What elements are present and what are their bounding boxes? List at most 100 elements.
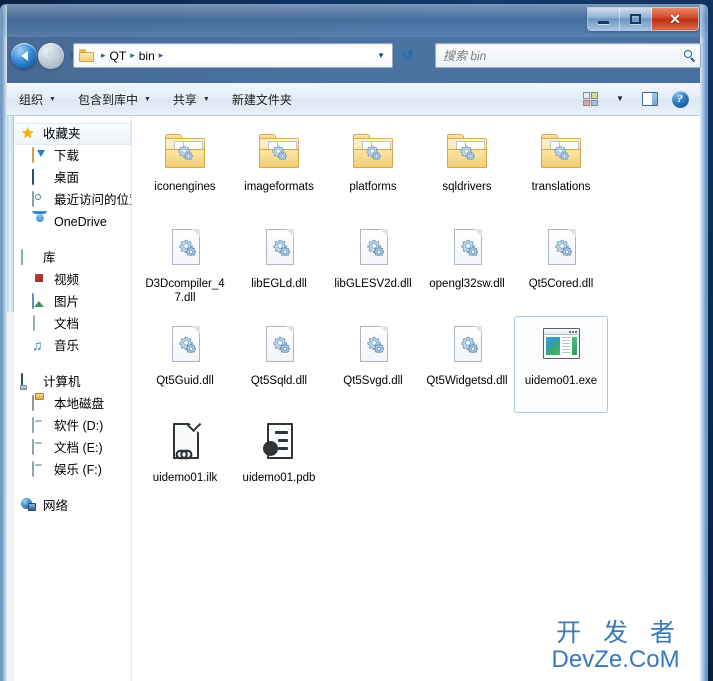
dll-icon-wrap	[443, 226, 491, 273]
nav-group-favorites: ★ 收藏夹 下载 桌面 最近访问的位置	[15, 123, 131, 233]
file-item[interactable]: uidemo01.pdb	[232, 413, 326, 510]
sidebar-item-local-disk[interactable]: 本地磁盘	[15, 393, 131, 415]
file-item[interactable]: Qt5Guid.dll	[138, 316, 232, 413]
file-name-label: D3Dcompiler_47.dll	[145, 278, 225, 304]
sidebar-item-onedrive[interactable]: OneDrive	[15, 211, 131, 233]
sidebar-item-favorites[interactable]: ★ 收藏夹	[15, 123, 131, 145]
sidebar-item-desktop[interactable]: 桌面	[15, 167, 131, 189]
view-options-dropdown[interactable]: ▼	[606, 86, 634, 112]
file-item[interactable]: translations	[514, 122, 608, 219]
picture-icon	[32, 293, 49, 310]
new-folder-button[interactable]: 新建文件夹	[222, 86, 302, 112]
dll-icon-wrap	[161, 226, 209, 273]
pdb-icon-wrap	[255, 420, 303, 467]
sidebar-item-drive-f[interactable]: 娱乐 (F:)	[15, 459, 131, 481]
file-item[interactable]: Qt5Sqld.dll	[232, 316, 326, 413]
organize-button[interactable]: 组织 ▼	[9, 86, 66, 112]
music-icon: ♫	[32, 337, 43, 353]
folder-icon	[259, 134, 299, 168]
desktop-background: ✕ ▼ ▸ QT ▸ bin ▸ ▼ ↺ 搜索 bin 组织 ▼ 包含到库中 ▼…	[0, 0, 713, 681]
sidebar-item-documents[interactable]: 文档	[15, 313, 131, 335]
forward-button[interactable]	[38, 43, 64, 69]
file-item[interactable]: platforms	[326, 122, 420, 219]
sidebar-item-recent-places[interactable]: 最近访问的位置	[15, 189, 131, 211]
file-name-label: Qt5Svgd.dll	[343, 375, 403, 387]
sidebar-label-desktop: 桌面	[54, 170, 80, 185]
dll-icon-wrap	[255, 323, 303, 370]
navigation-pane-scroll-thumb[interactable]	[7, 116, 14, 312]
file-name-label: libEGLd.dll	[251, 278, 307, 290]
sidebar-item-network[interactable]: 网络	[15, 495, 131, 517]
folder-icon-wrap	[161, 129, 209, 176]
sidebar-item-drive-e[interactable]: 文档 (E:)	[15, 437, 131, 459]
file-item[interactable]: uidemo01.ilk	[138, 413, 232, 510]
file-item[interactable]: Qt5Cored.dll	[514, 219, 608, 316]
file-item[interactable]: D3Dcompiler_47.dll	[138, 219, 232, 316]
sidebar-item-music[interactable]: ♫ 音乐	[15, 335, 131, 357]
refresh-icon: ↺	[402, 47, 414, 63]
sidebar-label-network: 网络	[43, 498, 69, 513]
file-item[interactable]: iconengines	[138, 122, 232, 219]
maximize-button[interactable]	[620, 8, 652, 30]
close-button[interactable]: ✕	[652, 8, 698, 30]
change-view-button[interactable]	[576, 86, 604, 112]
file-item[interactable]: libEGLd.dll	[232, 219, 326, 316]
file-name-label: iconengines	[154, 181, 216, 193]
dll-file-icon	[172, 229, 200, 265]
chevron-down-icon: ▼	[49, 95, 56, 103]
dll-file-icon	[266, 326, 294, 362]
dll-icon-wrap	[443, 323, 491, 370]
breadcrumb-separator-2[interactable]: ▸	[155, 51, 168, 60]
title-bar[interactable]: ✕	[1, 5, 707, 37]
drive-icon	[32, 461, 49, 478]
breadcrumb-item-bin[interactable]: bin	[139, 50, 155, 62]
dll-file-icon	[266, 229, 294, 265]
minimize-button[interactable]	[588, 8, 620, 30]
address-bar[interactable]: ▸ QT ▸ bin ▸ ▼	[73, 43, 393, 68]
help-button[interactable]: ?	[666, 86, 694, 112]
dll-icon-wrap	[255, 226, 303, 273]
video-icon	[32, 272, 49, 288]
breadcrumb-separator-1[interactable]: ▸	[126, 51, 139, 60]
refresh-button[interactable]: ↺	[398, 45, 418, 66]
search-icon[interactable]	[678, 50, 700, 61]
share-button[interactable]: 共享 ▼	[163, 86, 220, 112]
back-button[interactable]	[11, 43, 37, 69]
nav-group-computer: 计算机 本地磁盘 软件 (D:) 文档 (E:) 娱乐 (F:)	[15, 371, 131, 481]
ilk-icon-wrap	[161, 420, 209, 467]
chevron-down-icon: ▼	[202, 95, 210, 103]
minimize-icon	[598, 21, 609, 24]
include-in-library-button[interactable]: 包含到库中 ▼	[68, 86, 161, 112]
breadcrumb-folder-icon[interactable]	[79, 49, 95, 62]
sidebar-item-videos[interactable]: 视频	[15, 269, 131, 291]
folder-icon	[165, 134, 205, 168]
sidebar-item-libraries[interactable]: 库	[15, 247, 131, 269]
content-area: ★ 收藏夹 下载 桌面 最近访问的位置	[7, 116, 700, 681]
search-input[interactable]	[436, 47, 678, 64]
breadcrumb-separator-0[interactable]: ▸	[97, 51, 110, 60]
dll-icon-wrap	[349, 323, 397, 370]
file-item[interactable]: imageformats	[232, 122, 326, 219]
file-item[interactable]: opengl32sw.dll	[420, 219, 514, 316]
magnifier-glyph	[683, 50, 695, 61]
file-item[interactable]: sqldrivers	[420, 122, 514, 219]
breadcrumb-item-qt[interactable]: QT	[110, 50, 127, 62]
file-item[interactable]: Qt5Widgetsd.dll	[420, 316, 514, 413]
file-list-pane[interactable]: iconengines imageformats platforms sqldrive…	[132, 116, 700, 681]
navigation-pane-scrollbar[interactable]	[7, 116, 14, 681]
show-preview-pane-button[interactable]	[636, 86, 664, 112]
dll-file-icon	[548, 229, 576, 265]
file-item[interactable]: Qt5Svgd.dll	[326, 316, 420, 413]
sidebar-item-pictures[interactable]: 图片	[15, 291, 131, 313]
sidebar-item-drive-d[interactable]: 软件 (D:)	[15, 415, 131, 437]
search-box[interactable]	[435, 43, 701, 68]
chevron-down-icon: ▼	[143, 95, 151, 103]
file-name-label: Qt5Widgetsd.dll	[426, 375, 508, 387]
dll-file-icon	[454, 326, 482, 362]
sidebar-item-computer[interactable]: 计算机	[15, 371, 131, 393]
file-item[interactable]: libGLESV2d.dll	[326, 219, 420, 316]
sidebar-item-downloads[interactable]: 下载	[15, 145, 131, 167]
file-item[interactable]: uidemo01.exe	[514, 316, 608, 413]
address-history-dropdown-icon[interactable]: ▼	[377, 51, 392, 60]
file-name-label: Qt5Guid.dll	[156, 375, 214, 387]
